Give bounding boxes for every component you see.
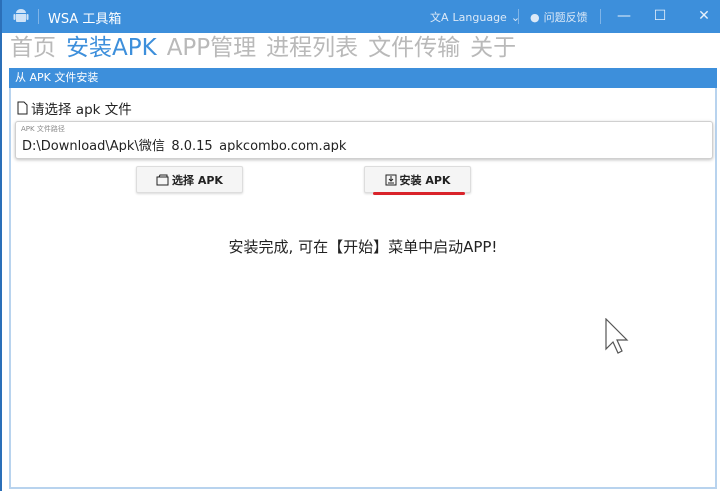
tab-install-apk[interactable]: 安装APK — [66, 32, 157, 64]
file-icon — [17, 101, 28, 115]
language-label: Language — [452, 10, 507, 24]
tab-home[interactable]: 首页 — [10, 32, 56, 64]
choose-file-text: 请选择 apk 文件 — [31, 102, 132, 118]
minimize-button[interactable]: — — [612, 6, 636, 26]
install-icon — [385, 174, 397, 185]
apk-path-field[interactable]: APK 文件路径 — [15, 121, 713, 159]
folder-icon — [156, 174, 169, 185]
tab-about[interactable]: 关于 — [470, 32, 516, 64]
translate-icon: 文A — [430, 11, 449, 24]
highlight-underline — [373, 192, 465, 195]
apk-path-label: APK 文件路径 — [21, 125, 65, 133]
status-message: 安装完成, 可在【开始】菜单中启动APP! — [228, 238, 498, 256]
feedback-button[interactable]: ● 问题反馈 — [530, 9, 588, 25]
title-bar: WSA 工具箱 文A Language ⌄ ● 问题反馈 — ☐ ✕ — [2, 0, 720, 33]
apk-path-input[interactable] — [22, 137, 702, 152]
tab-process-list[interactable]: 进程列表 — [266, 32, 358, 64]
github-icon: ● — [530, 10, 540, 24]
panel-header: 从 APK 文件安装 — [9, 68, 717, 88]
window-title: WSA 工具箱 — [48, 12, 122, 27]
tab-file-transfer[interactable]: 文件传输 — [368, 32, 460, 64]
install-apk-label: 安装 APK — [399, 173, 451, 187]
language-selector[interactable]: 文A Language ⌄ — [430, 9, 520, 25]
tab-app-manage[interactable]: APP管理 — [167, 32, 256, 64]
divider — [38, 9, 39, 24]
main-nav: 首页 安装APK APP管理 进程列表 文件传输 关于 — [10, 32, 516, 64]
select-apk-button[interactable]: 选择 APK — [136, 166, 243, 193]
install-panel: 从 APK 文件安装 请选择 apk 文件 APK 文件路径 选择 APK 安装… — [9, 68, 717, 489]
mouse-cursor-icon — [605, 318, 629, 354]
install-apk-button[interactable]: 安装 APK — [364, 166, 471, 193]
choose-file-label: 请选择 apk 文件 — [17, 98, 132, 118]
android-icon — [13, 9, 29, 22]
close-button[interactable]: ✕ — [692, 6, 716, 26]
maximize-button[interactable]: ☐ — [648, 6, 672, 26]
select-apk-label: 选择 APK — [172, 173, 223, 187]
divider — [518, 9, 519, 24]
divider — [600, 9, 601, 24]
feedback-label: 问题反馈 — [543, 11, 588, 24]
